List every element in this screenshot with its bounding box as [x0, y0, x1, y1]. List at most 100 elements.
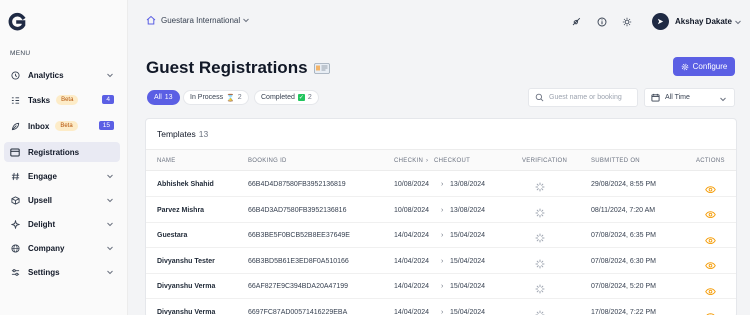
table-count: 13: [198, 129, 209, 139]
top-bar: Guestara International Akshay Dakate: [128, 0, 750, 44]
registrations-table-panel: Templates 13 NAME BOOKING ID CHECKIN › CH…: [145, 118, 737, 315]
table-row[interactable]: Divyanshu Verma 66AF827E9C394BDA20A47199 1…: [146, 274, 736, 299]
booking-id: 66B4D3AD7580FB3952136816: [248, 206, 347, 214]
sliders-icon: [10, 267, 20, 277]
filter-chip-all[interactable]: All 13: [147, 90, 180, 105]
submitted-on: 07/08/2024, 6:30 PM: [591, 257, 656, 265]
booking-id: 66B4D4D87580FB3952136819: [248, 181, 346, 188]
chip-count: 13: [164, 94, 173, 101]
eye-icon[interactable]: [705, 180, 716, 193]
date-range-select[interactable]: All Time: [644, 88, 735, 107]
check-icon: ✓: [297, 94, 305, 101]
hourglass-icon: ⌛: [226, 94, 235, 102]
logo-icon[interactable]: [8, 12, 26, 32]
eye-icon[interactable]: [705, 282, 716, 295]
search-input[interactable]: Guest name or booking: [528, 88, 638, 107]
sidebar-item-engage[interactable]: Engage: [4, 166, 120, 186]
checkin-date: 14/04/2024: [394, 283, 430, 290]
page-title: Guest Registrations: [146, 58, 308, 77]
checkin-date: 14/04/2024: [394, 232, 430, 239]
chevron-down-icon: [107, 198, 113, 203]
loading-spinner-icon: [535, 281, 545, 294]
configure-label: Configure: [692, 62, 728, 71]
arrow-right-icon: ›: [441, 181, 444, 188]
info-icon[interactable]: [597, 17, 607, 27]
clock-icon: [10, 70, 20, 80]
col-name: NAME: [157, 158, 176, 164]
chip-count: 2: [237, 94, 242, 101]
table-row[interactable]: Divyanshu Verma 6697FC87AD00571416229EBA 1…: [146, 300, 736, 315]
guest-name: Divyanshu Tester: [157, 257, 215, 265]
booking-id: 6697FC87AD00571416229EBA: [248, 308, 348, 315]
sidebar-item-label: Settings: [28, 267, 60, 277]
table-title-row: Templates 13: [157, 129, 208, 139]
checkout-date: 15/04/2024: [450, 257, 486, 265]
gear-icon: [681, 63, 688, 70]
configure-button[interactable]: Configure: [673, 57, 735, 76]
sidebar-item-company[interactable]: Company: [4, 238, 120, 258]
count-badge: 15: [98, 121, 114, 130]
sun-icon[interactable]: [622, 17, 632, 27]
guest-name: Divyanshu Verma: [157, 308, 216, 315]
sidebar-item-delight[interactable]: Delight: [4, 214, 120, 234]
eye-icon[interactable]: [705, 257, 716, 270]
chevron-right-icon: ›: [426, 158, 429, 164]
chevron-down-icon: [107, 222, 113, 227]
sidebar-item-tasks[interactable]: Tasks Beta 4: [4, 90, 120, 110]
org-switcher[interactable]: Guestara International: [146, 15, 250, 25]
beta-badge: Beta: [55, 121, 78, 131]
user-menu[interactable]: Akshay Dakate: [652, 13, 742, 30]
sidebar-item-upsell[interactable]: Upsell: [4, 190, 120, 210]
globe-icon: [10, 243, 20, 253]
count-badge: 4: [102, 95, 114, 104]
booking-id: 66B3BE5F0BCB52B8EE37649E: [248, 232, 350, 239]
list-icon: [10, 95, 20, 105]
sidebar-item-settings[interactable]: Settings: [4, 262, 120, 282]
sidebar-item-inbox[interactable]: Inbox Beta 15: [4, 116, 120, 136]
booking-id: 66AF827E9C394BDA20A47199: [248, 283, 349, 290]
col-checkin: CHECKIN: [394, 158, 424, 164]
sidebar-item-registrations[interactable]: Registrations: [4, 142, 120, 162]
checkin-date: 10/08/2024: [394, 206, 430, 214]
table-row[interactable]: Abhishek Shahid 66B4D4D87580FB3952136819 1…: [146, 172, 736, 197]
submitted-on: 07/08/2024, 6:35 PM: [591, 232, 656, 239]
table-header: NAME BOOKING ID CHECKIN › CHECKOUT VERIF…: [146, 149, 736, 171]
beta-badge: Beta: [56, 95, 79, 105]
chevron-down-icon: [107, 270, 113, 275]
loading-spinner-icon: [535, 307, 545, 315]
checkin-date: 14/04/2024: [394, 257, 430, 265]
col-booking-id: BOOKING ID: [248, 158, 287, 164]
chip-count: 2: [307, 94, 312, 101]
checkout-date: 15/04/2024: [450, 283, 486, 290]
loading-spinner-icon: [535, 205, 545, 217]
eye-icon[interactable]: [705, 308, 716, 315]
loading-spinner-icon: [535, 256, 545, 268]
card-icon: [10, 147, 20, 157]
eye-icon[interactable]: [705, 206, 716, 219]
hash-icon: [10, 171, 20, 181]
rocket-icon[interactable]: [571, 17, 581, 27]
guest-name: Divyanshu Verma: [157, 283, 216, 290]
eye-icon[interactable]: [705, 231, 716, 244]
col-submitted-on: SUBMITTED ON: [591, 158, 640, 164]
sidebar-item-label: Registrations: [28, 147, 80, 157]
checkout-date: 13/08/2024: [450, 206, 486, 214]
chevron-down-icon: [107, 174, 113, 179]
arrow-right-icon: ›: [441, 206, 444, 214]
id-card-icon: [313, 62, 330, 74]
sidebar-item-label: Upsell: [28, 195, 53, 205]
chevron-down-icon: [735, 20, 741, 24]
table-row[interactable]: Parvez Mishra 66B4D3AD7580FB3952136816 10/…: [146, 198, 736, 223]
guest-name: Parvez Mishra: [157, 206, 205, 214]
table-row[interactable]: Divyanshu Tester 66B3BD5B61E3ED8F0A510166…: [146, 249, 736, 274]
checkout-date: 13/08/2024: [450, 181, 486, 188]
sidebar-item-analytics[interactable]: Analytics: [4, 65, 120, 85]
page-title-row: Guest Registrations: [146, 58, 330, 78]
filter-chip-in-process[interactable]: In Process ⌛ 2: [183, 90, 249, 105]
user-name: Akshay Dakate: [675, 17, 732, 26]
checkin-date: 10/08/2024: [394, 181, 430, 188]
table-row[interactable]: Guestara 66B3BE5F0BCB52B8EE37649E 14/04/20…: [146, 223, 736, 248]
calendar-icon: [651, 93, 660, 102]
filter-chip-completed[interactable]: Completed ✓ 2: [254, 90, 319, 105]
checkin-date: 14/04/2024: [394, 308, 430, 315]
